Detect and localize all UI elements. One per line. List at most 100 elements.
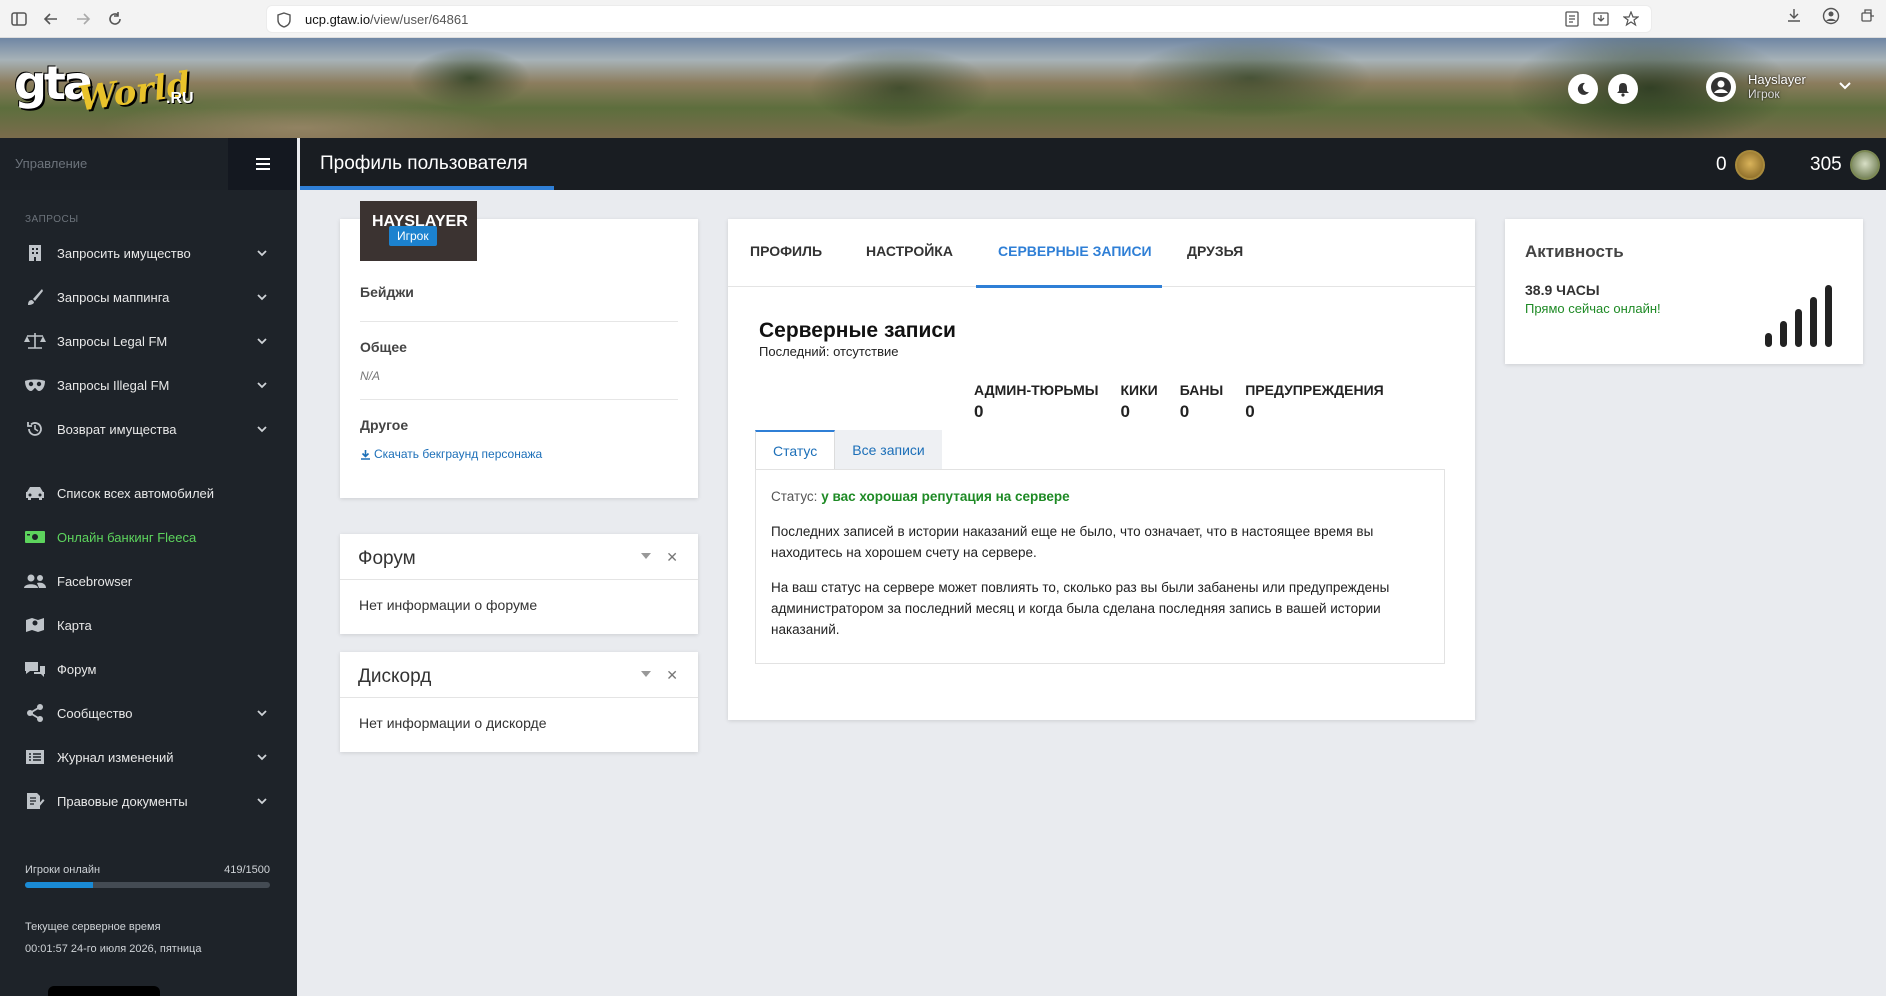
collapse-icon[interactable] xyxy=(640,670,652,678)
header-banner: gta World .RU Hayslayer Игрок xyxy=(0,38,1886,138)
extensions-icon[interactable] xyxy=(1860,7,1876,30)
stat-coins-value: 0 xyxy=(1716,154,1727,175)
tab-all-records[interactable]: Все записи xyxy=(835,430,942,470)
comments-icon xyxy=(24,658,46,680)
divider xyxy=(360,321,678,322)
document-icon xyxy=(24,790,46,812)
chevron-down-icon xyxy=(257,294,267,301)
status-value: у вас хорошая репутация на сервере xyxy=(821,489,1070,504)
activity-title: Активность xyxy=(1525,242,1624,261)
profile-tabs: ПРОФИЛЬ НАСТРОЙКА СЕРВЕРНЫЕ ЗАПИСИ ДРУЗЬ… xyxy=(728,219,1475,288)
counter-value: 0 xyxy=(974,402,984,421)
brush-icon xyxy=(24,286,46,308)
players-online: Игроки онлайн 419/1500 xyxy=(25,864,270,888)
sidebar-item-facebrowser[interactable]: Facebrowser xyxy=(0,559,297,603)
sidebar-item-illegal-fm[interactable]: Запросы Illegal FM xyxy=(0,363,297,407)
sidebar-item-label: Форум xyxy=(57,661,97,677)
bell-icon xyxy=(1617,82,1629,97)
sidebar-bottom-handle xyxy=(48,986,160,996)
sidebar-item-label: Карта xyxy=(57,617,92,633)
list-icon xyxy=(24,746,46,768)
forum-card-body: Нет информации о форуме xyxy=(359,597,538,613)
dark-mode-toggle[interactable] xyxy=(1568,74,1598,104)
menu-toggle-button[interactable] xyxy=(228,138,297,190)
close-icon[interactable]: ✕ xyxy=(666,549,678,566)
forward-icon[interactable] xyxy=(70,6,96,32)
scale-icon xyxy=(24,330,46,352)
chevron-down-icon xyxy=(257,710,267,717)
sidebar-section-label: ЗАПРОСЫ xyxy=(25,214,79,225)
download-background-link[interactable]: Скачать бекграунд персонажа xyxy=(360,447,678,461)
hamburger-icon xyxy=(255,158,270,170)
tab-friends[interactable]: ДРУЗЬЯ xyxy=(1187,243,1243,259)
downloads-icon[interactable] xyxy=(1786,7,1802,30)
sidebar-item-legal-fm[interactable]: Запросы Legal FM xyxy=(0,319,297,363)
chevron-down-icon xyxy=(257,798,267,805)
sidebar-toggle-icon[interactable] xyxy=(6,6,32,32)
user-role: Игрок xyxy=(1748,87,1780,101)
address-bar[interactable]: ucp.gtaw.io/view/user/64861 xyxy=(266,5,1652,33)
sidebar-item-map[interactable]: Карта xyxy=(0,603,297,647)
players-progress-bar xyxy=(25,882,270,888)
players-online-count: 419/1500 xyxy=(224,864,270,876)
gold-coin-icon xyxy=(1734,150,1765,180)
online-status: Прямо сейчас онлайн! xyxy=(1525,301,1661,316)
server-time-label: Текущее серверное время xyxy=(25,921,161,933)
sidebar-item-mapping-requests[interactable]: Запросы маппинга xyxy=(0,275,297,319)
records-subtitle: Последний: отсутствие xyxy=(759,344,899,359)
sidebar-item-forum[interactable]: Форум xyxy=(0,647,297,691)
status-paragraph: Последних записей в истории наказаний ещ… xyxy=(771,524,1374,560)
sidebar-item-changelog[interactable]: Журнал изменений xyxy=(0,735,297,779)
sidebar-item-property-return[interactable]: Возврат имущества xyxy=(0,407,297,451)
notifications-button[interactable] xyxy=(1608,74,1638,104)
sidebar-item-label: Запросы маппинга xyxy=(57,289,170,305)
tab-server-records[interactable]: СЕРВЕРНЫЕ ЗАПИСИ xyxy=(998,243,1152,259)
sidebar-item-label: Facebrowser xyxy=(57,573,133,589)
records-counters: АДМИН-ТЮРЬМЫ 0 КИКИ 0 БАНЫ 0 ПРЕДУПРЕЖДЕ… xyxy=(974,382,1406,422)
discord-card-title: Дискорд xyxy=(358,666,432,687)
tab-settings[interactable]: НАСТРОЙКА xyxy=(866,243,953,259)
chevron-down-icon xyxy=(257,250,267,257)
role-badge: Игрок xyxy=(389,226,437,246)
stat-coins[interactable]: 0 xyxy=(1716,150,1765,180)
server-time-value: 00:01:57 24-го июля 2026, пятница xyxy=(25,943,202,955)
url-host: ucp.gtaw.io xyxy=(305,11,371,27)
bookmark-star-icon[interactable] xyxy=(1622,10,1640,30)
chevron-down-icon[interactable] xyxy=(1838,78,1852,96)
sidebar-item-community[interactable]: Сообщество xyxy=(0,691,297,735)
account-icon[interactable] xyxy=(1822,7,1840,30)
download-link-label: Скачать бекграунд персонажа xyxy=(374,447,543,461)
activity-card: Активность 38.9 ЧАСЫ Прямо сейчас онлайн… xyxy=(1505,219,1863,364)
tab-status[interactable]: Статус xyxy=(755,430,836,470)
avatar xyxy=(1706,72,1736,102)
stat-points[interactable]: 305 xyxy=(1810,150,1880,180)
site-logo[interactable]: gta World .RU xyxy=(14,48,194,128)
tab-profile[interactable]: ПРОФИЛЬ xyxy=(750,243,822,259)
collapse-icon[interactable] xyxy=(640,552,652,560)
sidebar-item-request-property[interactable]: Запросить имущество xyxy=(0,231,297,275)
profile-avatar: HAYSLAYER Игрок xyxy=(360,201,477,261)
sidebar-item-fleeca-banking[interactable]: Онлайн банкинг Fleeca xyxy=(0,515,297,559)
reader-icon[interactable] xyxy=(1565,11,1579,30)
user-name: Hayslayer xyxy=(1748,72,1806,87)
users-icon xyxy=(24,570,46,592)
other-heading: Другое xyxy=(360,417,409,433)
close-icon[interactable]: ✕ xyxy=(666,667,678,684)
counter-label: АДМИН-ТЮРЬМЫ xyxy=(974,382,1099,398)
money-icon xyxy=(24,526,46,548)
user-menu[interactable]: Hayslayer Игрок xyxy=(1706,72,1852,102)
reload-icon[interactable] xyxy=(102,6,128,32)
discord-card-body: Нет информации о дискорде xyxy=(359,715,547,731)
car-icon xyxy=(24,482,46,504)
sidebar-item-all-vehicles[interactable]: Список всех автомобилей xyxy=(0,471,297,515)
back-icon[interactable] xyxy=(38,6,64,32)
sidebar-item-legal-documents[interactable]: Правовые документы xyxy=(0,779,297,823)
players-online-label: Игроки онлайн xyxy=(25,864,101,876)
status-label: Статус: xyxy=(771,489,818,504)
history-icon xyxy=(24,418,46,440)
install-icon[interactable] xyxy=(1593,11,1609,30)
counter-label: КИКИ xyxy=(1120,382,1158,398)
players-progress-fill xyxy=(25,882,94,888)
profile-card: HAYSLAYER Игрок Бейджи Общее N/A Другое … xyxy=(340,201,698,498)
sidebar-item-label: Возврат имущества xyxy=(57,421,177,437)
